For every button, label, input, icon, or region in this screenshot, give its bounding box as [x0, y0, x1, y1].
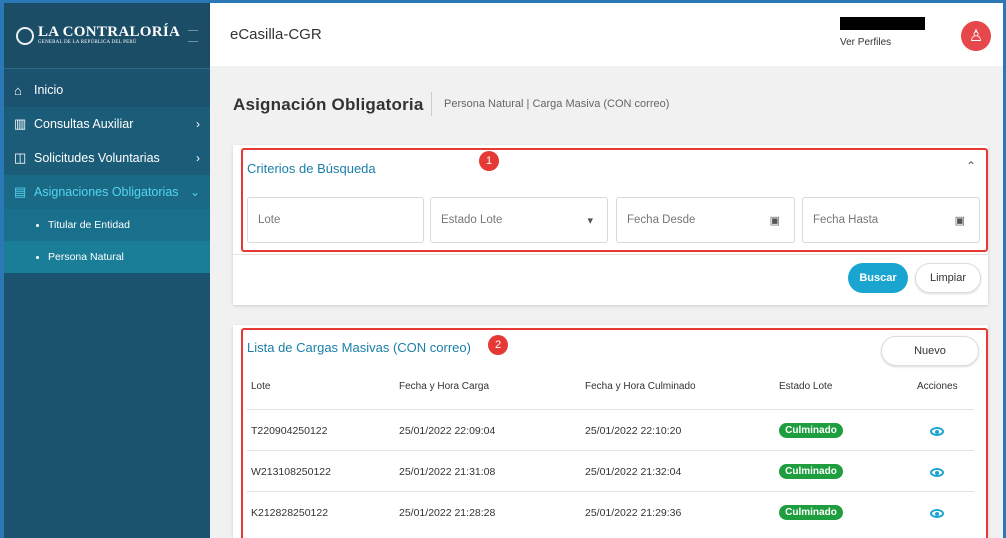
sidebar-subitem-label: Titular de Entidad — [48, 219, 130, 231]
cell-fecha-carga: 25/01/2022 21:28:28 — [399, 507, 496, 519]
clipboard-icon: ▤ — [14, 184, 27, 199]
sidebar-item-asignaciones[interactable]: ▤ Asignaciones Obligatorias ⌄ — [4, 175, 210, 209]
nuevo-button[interactable]: Nuevo — [881, 336, 979, 366]
sidebar-item-consultas[interactable]: ▥ Consultas Auxiliar › — [4, 107, 210, 141]
sidebar-subitem-titular[interactable]: Titular de Entidad — [4, 209, 210, 241]
list-title: Lista de Cargas Masivas (CON correo) — [247, 340, 471, 355]
search-criteria-title: Criterios de Búsqueda — [247, 161, 376, 176]
cargas-list-card: 2 Lista de Cargas Masivas (CON correo) N… — [233, 325, 988, 538]
sidebar-subitem-label: Persona Natural — [48, 251, 124, 263]
column-header-fecha-culminado[interactable]: Fecha y Hora Culminado — [585, 381, 696, 392]
view-eye-icon[interactable] — [930, 427, 944, 436]
estado-lote-select[interactable]: Estado Lote ▾ — [430, 197, 608, 243]
cell-fecha-carga: 25/01/2022 21:31:08 — [399, 466, 496, 478]
calendar-icon[interactable]: ▣ — [955, 214, 965, 227]
main-content: Asignación Obligatoria Persona Natural |… — [210, 66, 1006, 538]
status-badge: Culminado — [779, 464, 843, 479]
sidebar-item-label: Inicio — [34, 83, 64, 97]
fecha-desde-placeholder: Fecha Desde — [627, 214, 696, 226]
menu-toggle-icon[interactable] — [188, 29, 199, 42]
dropdown-arrow-icon: ▾ — [587, 214, 593, 227]
page-title: Asignación Obligatoria — [233, 95, 424, 114]
cell-lote: T220904250122 — [251, 425, 328, 437]
logo-emblem-icon — [16, 26, 34, 45]
sidebar: LA CONTRALORÍA GENERAL DE LA REPÚBLICA D… — [0, 0, 210, 538]
sidebar-item-label: Asignaciones Obligatorias — [34, 185, 179, 199]
cell-fecha-culminado: 25/01/2022 21:29:36 — [585, 507, 682, 519]
estado-lote-placeholder: Estado Lote — [441, 214, 503, 226]
status-badge: Culminado — [779, 423, 843, 438]
lote-placeholder: Lote — [258, 214, 281, 226]
bar-chart-icon: ▥ — [14, 116, 27, 131]
annotation-badge-1: 1 — [479, 151, 499, 171]
cell-fecha-carga: 25/01/2022 22:09:04 — [399, 425, 496, 437]
view-eye-icon[interactable] — [930, 509, 944, 518]
sidebar-item-solicitudes[interactable]: ◫ Solicitudes Voluntarias › — [4, 141, 210, 175]
status-badge: Culminado — [779, 505, 843, 520]
app-title: eCasilla-CGR — [230, 26, 322, 43]
fecha-hasta-placeholder: Fecha Hasta — [813, 214, 879, 226]
top-header: eCasilla-CGR Ver Perfiles ♙ — [210, 0, 1006, 66]
divider — [233, 254, 988, 255]
window-icon: ◫ — [14, 150, 27, 165]
bullet-icon — [36, 255, 39, 259]
sidebar-item-label: Solicitudes Voluntarias — [34, 151, 160, 165]
redacted-username — [840, 17, 925, 30]
logo-main-text: LA CONTRALORÍA — [38, 24, 181, 40]
cell-lote: K212828250122 — [251, 507, 329, 519]
annotation-badge-2: 2 — [488, 335, 508, 355]
chevron-right-icon: › — [196, 151, 200, 165]
column-header-fecha-carga[interactable]: Fecha y Hora Carga — [399, 381, 489, 392]
column-header-lote[interactable]: Lote — [251, 381, 270, 392]
bullet-icon — [36, 223, 39, 227]
chevron-down-icon: ⌄ — [189, 185, 200, 199]
row-divider — [247, 409, 974, 410]
view-eye-icon[interactable] — [930, 468, 944, 477]
page-subtitle: Persona Natural | Carga Masiva (CON corr… — [431, 92, 669, 116]
fecha-hasta-input[interactable]: Fecha Hasta ▣ — [802, 197, 980, 243]
logo[interactable]: LA CONTRALORÍA GENERAL DE LA REPÚBLICA D… — [4, 3, 210, 69]
sidebar-item-inicio[interactable]: ⌂ Inicio — [4, 73, 210, 107]
buscar-button[interactable]: Buscar — [848, 263, 908, 293]
row-divider — [247, 450, 974, 451]
search-criteria-card: 1 Criterios de Búsqueda ⌃ Lote Estado Lo… — [233, 145, 988, 305]
sidebar-subitem-persona-natural[interactable]: Persona Natural — [4, 241, 210, 273]
ver-perfiles-link[interactable]: Ver Perfiles — [840, 37, 891, 48]
fecha-desde-input[interactable]: Fecha Desde ▣ — [616, 197, 795, 243]
column-header-acciones: Acciones — [917, 381, 958, 392]
chevron-up-icon[interactable]: ⌃ — [966, 159, 976, 173]
cell-fecha-culminado: 25/01/2022 22:10:20 — [585, 425, 682, 437]
row-divider — [247, 491, 974, 492]
calendar-icon[interactable]: ▣ — [770, 214, 780, 227]
cell-fecha-culminado: 25/01/2022 21:32:04 — [585, 466, 682, 478]
lote-input[interactable]: Lote — [247, 197, 424, 243]
user-avatar-icon[interactable]: ♙ — [961, 21, 991, 51]
chevron-right-icon: › — [196, 117, 200, 131]
home-icon: ⌂ — [14, 82, 22, 98]
cell-lote: W213108250122 — [251, 466, 331, 478]
limpiar-button[interactable]: Limpiar — [915, 263, 981, 293]
column-header-estado[interactable]: Estado Lote — [779, 381, 832, 392]
logo-sub-text: GENERAL DE LA REPÚBLICA DEL PERÚ — [38, 40, 137, 45]
sidebar-item-label: Consultas Auxiliar — [34, 117, 134, 131]
